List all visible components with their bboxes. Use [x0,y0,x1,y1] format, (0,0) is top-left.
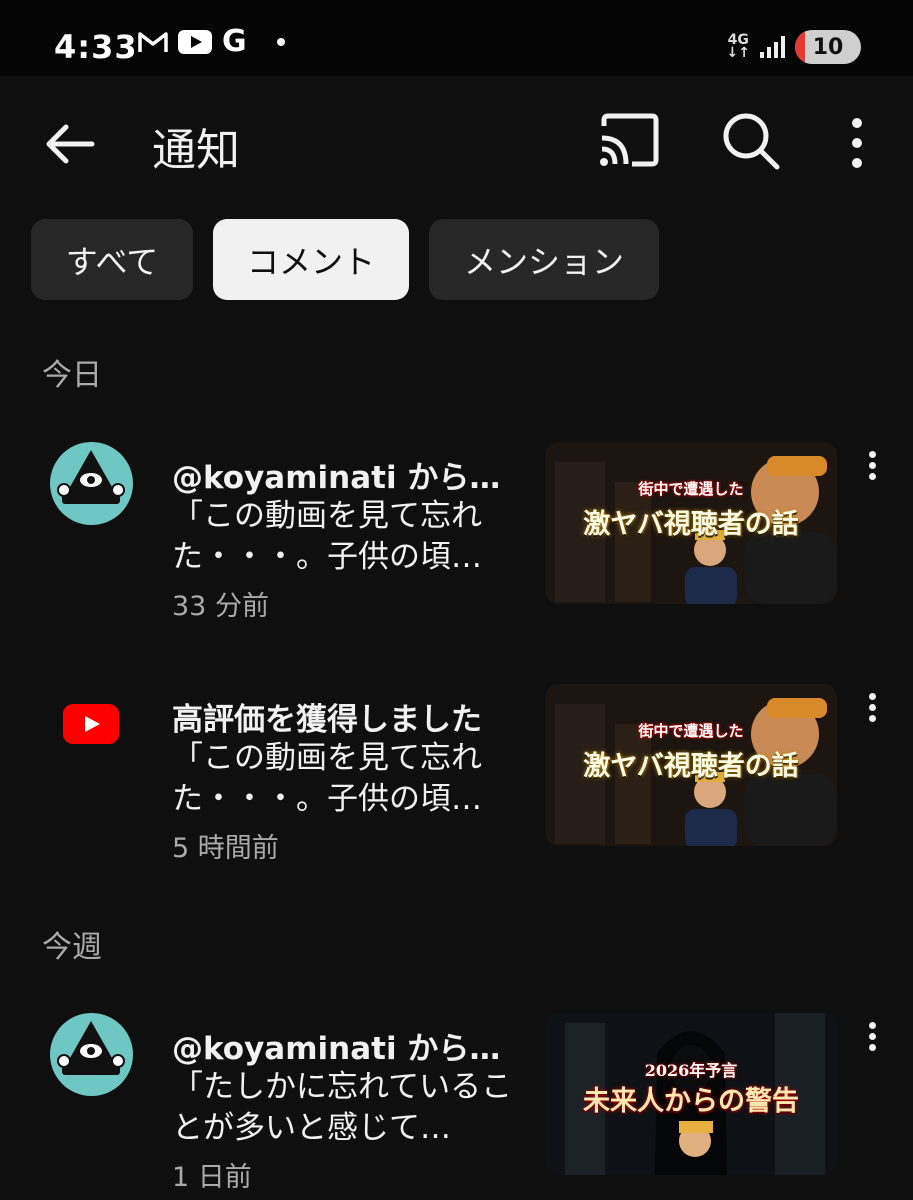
youtube-logo-icon [63,704,119,744]
network-type-icon: 4G ↓↑ [726,33,750,61]
thumbnail-caption-large: 未来人からの警告 [583,1086,799,1117]
signal-icon [760,36,785,58]
thumbnail-caption-small: 2026年予言 [644,1061,738,1080]
notification-time: 33 分前 [172,591,269,622]
notification-comment: 「この動画を見て忘れた・・・。子供の頃… [172,740,482,817]
section-header-this-week: 今週 [42,930,102,965]
page-title: 通知 [152,125,240,176]
video-thumbnail[interactable]: 2026年予言 未来人からの警告 [545,1013,837,1175]
eye-pyramid-icon [57,450,125,504]
notification-time: 1 日前 [172,1162,252,1193]
video-thumbnail[interactable]: 街中で遭遇した 激ヤバ視聴者の話 [545,684,837,846]
item-more-icon[interactable] [858,690,886,730]
thumbnail-caption-large: 激ヤバ視聴者の話 [583,509,799,540]
google-icon: G [222,24,247,59]
notification-item[interactable]: 高評価を獲得しました 「この動画を見て忘れた・・・。子供の頃… 5 時間前 街中… [0,684,913,864]
chip-mentions[interactable]: メンション [429,219,659,300]
notification-title: @koyaminati から… [172,1031,501,1067]
notification-comment: 「たしかに忘れていることが多いと感じて… [172,1069,513,1146]
battery-icon: 10 [795,30,861,64]
more-options-icon[interactable] [840,112,874,174]
app-bar: 通知 [0,76,913,206]
search-icon[interactable] [720,110,782,172]
thumbnail-caption-small: 街中で遭遇した [638,722,744,740]
more-notifications-dot [276,38,285,46]
chip-comments[interactable]: コメント [213,219,409,300]
item-more-icon[interactable] [858,448,886,488]
chip-all[interactable]: すべて [31,219,193,300]
item-more-icon[interactable] [858,1019,886,1059]
battery-level: 10 [812,34,844,60]
youtube-status-icon [178,30,212,54]
avatar[interactable] [50,442,133,525]
thumbnail-caption-large: 激ヤバ視聴者の話 [583,751,799,782]
thumbnail-caption-small: 街中で遭遇した [638,480,744,498]
data-arrows-icon: ↓↑ [726,45,750,61]
notification-comment: 「この動画を見て忘れた・・・。子供の頃… [172,498,482,575]
avatar[interactable] [50,1013,133,1096]
cast-icon[interactable] [596,112,660,168]
status-notification-icons: G [138,24,285,59]
notification-time: 5 時間前 [172,833,279,864]
notification-title: @koyaminati から… [172,460,501,496]
notification-item[interactable]: @koyaminati から… 「この動画を見て忘れた・・・。子供の頃… 33 … [0,442,913,622]
status-system-icons: 4G ↓↑ 10 [727,30,861,64]
eye-pyramid-icon [57,1021,125,1075]
gmail-icon [138,32,168,52]
notification-item[interactable]: @koyaminati から… 「たしかに忘れていることが多いと感じて… 1 日… [0,1013,913,1193]
notification-title: 高評価を獲得しました [172,702,482,738]
section-header-today: 今日 [42,358,102,393]
back-arrow-icon[interactable] [40,114,100,174]
status-bar: 4:33 G 4G ↓↑ 10 [0,0,913,76]
status-time: 4:33 [54,28,138,66]
video-thumbnail[interactable]: 街中で遭遇した 激ヤバ視聴者の話 [545,442,837,604]
